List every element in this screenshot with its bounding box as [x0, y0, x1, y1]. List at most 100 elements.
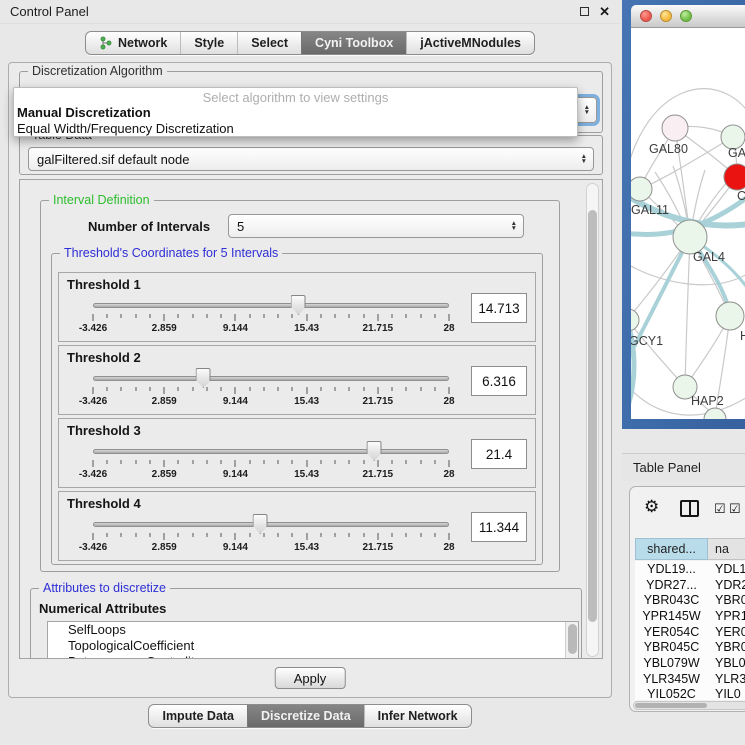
- tick-mark: [221, 314, 222, 318]
- network-node[interactable]: [631, 309, 639, 331]
- table-row[interactable]: YPR145WYPR1: [635, 608, 745, 624]
- slider-track[interactable]: [93, 449, 449, 454]
- numerical-attributes-label: Numerical Attributes: [39, 601, 166, 616]
- threshold-slider[interactable]: -3.4262.8599.14415.4321.71528: [93, 273, 449, 343]
- tick-mark: [320, 314, 321, 318]
- gear-icon[interactable]: ⚙: [644, 497, 659, 517]
- tab-cyni-toolbox[interactable]: Cyni Toolbox: [301, 32, 406, 54]
- slider-thumb[interactable]: [291, 295, 306, 315]
- network-canvas[interactable]: GAL80GACGAL11GAL4GCY1HHAP2: [631, 28, 745, 419]
- checkbox-icon[interactable]: ☑: [714, 501, 726, 517]
- attribute-item[interactable]: TopologicalCoefficient: [48, 638, 578, 654]
- zoom-window-icon[interactable]: [680, 10, 692, 22]
- table-data-value: galFiltered.sif default node: [37, 152, 189, 167]
- slider-track[interactable]: [93, 522, 449, 527]
- tick-mark: [420, 387, 421, 391]
- tick-mark: [263, 460, 264, 464]
- attribute-item[interactable]: BetweennessCentrality: [48, 654, 578, 659]
- node-label: H: [740, 329, 745, 343]
- tab-style[interactable]: Style: [180, 32, 237, 54]
- network-node[interactable]: [662, 115, 688, 141]
- network-edge[interactable]: [685, 237, 690, 387]
- tick-mark: [149, 533, 150, 537]
- tick-mark: [292, 387, 293, 391]
- table-cell: YPR145W: [635, 609, 708, 623]
- close-panel-icon[interactable]: ✕: [599, 7, 610, 17]
- tab-jactivemnodules[interactable]: jActiveMNodules: [406, 32, 534, 54]
- threshold-slider[interactable]: -3.4262.8599.14415.4321.71528: [93, 492, 449, 562]
- tick-mark: [121, 533, 122, 537]
- table-row[interactable]: YLR345WYLR3: [635, 671, 745, 687]
- float-window-icon[interactable]: [580, 7, 589, 16]
- network-node[interactable]: [716, 302, 744, 330]
- threshold-panel: Threshold 1-3.4262.8599.14415.4321.71528…: [58, 272, 536, 342]
- attributes-scrollbar-thumb[interactable]: [568, 624, 577, 654]
- table-row[interactable]: YDL19...YDL1: [635, 561, 745, 577]
- attribute-item[interactable]: SelfLoops: [48, 622, 578, 638]
- threshold-value-field[interactable]: 21.4: [471, 439, 527, 469]
- table-horizontal-scrollbar[interactable]: [633, 701, 745, 710]
- table-row[interactable]: YBR045CYBR0: [635, 639, 745, 655]
- slider-track[interactable]: [93, 303, 449, 308]
- network-window-titlebar[interactable]: [631, 5, 745, 28]
- tab-discretize-data[interactable]: Discretize Data: [247, 705, 364, 727]
- column-header[interactable]: shared...: [635, 538, 708, 560]
- tab-network[interactable]: Network: [86, 32, 180, 54]
- slider-thumb[interactable]: [196, 368, 211, 388]
- table-row[interactable]: YER054CYER0: [635, 624, 745, 640]
- settings-scrollbar[interactable]: [586, 183, 599, 657]
- network-graph[interactable]: GAL80GACGAL11GAL4GCY1HHAP2: [631, 28, 745, 419]
- tick-label: 9.144: [223, 323, 248, 334]
- network-node[interactable]: [724, 164, 745, 190]
- table-row[interactable]: YBL079WYBL0: [635, 655, 745, 671]
- tick-mark: [335, 533, 336, 537]
- tab-impute-data[interactable]: Impute Data: [149, 705, 247, 727]
- network-edge[interactable]: [631, 320, 685, 387]
- table-row[interactable]: YDR27...YDR2: [635, 577, 745, 593]
- control-panel-titlebar: Control Panel ✕: [0, 0, 620, 24]
- table-cell: YBR0: [708, 640, 745, 654]
- attributes-list-scrollbar[interactable]: [565, 622, 578, 659]
- column-header[interactable]: na: [708, 538, 745, 560]
- node-label: GAL4: [693, 250, 725, 264]
- tick-label: 2.859: [152, 469, 177, 480]
- network-node[interactable]: [631, 177, 652, 201]
- table-cell: YDL19...: [635, 562, 708, 576]
- table-scrollbar-thumb[interactable]: [635, 703, 707, 708]
- tab-infer-network[interactable]: Infer Network: [364, 705, 471, 727]
- tick-label: -3.426: [79, 469, 107, 480]
- minimize-window-icon[interactable]: [660, 10, 672, 22]
- threshold-slider[interactable]: -3.4262.8599.14415.4321.71528: [93, 419, 449, 489]
- tick-mark: [377, 533, 378, 540]
- split-view-icon[interactable]: [680, 500, 699, 517]
- tick-mark: [178, 387, 179, 391]
- threshold-slider[interactable]: -3.4262.8599.14415.4321.71528: [93, 346, 449, 416]
- tick-mark: [263, 314, 264, 318]
- slider-thumb[interactable]: [253, 514, 268, 534]
- table-row[interactable]: YIL052CYIL0: [635, 687, 745, 701]
- tab-select[interactable]: Select: [237, 32, 301, 54]
- table-row[interactable]: YBR043CYBR0: [635, 592, 745, 608]
- network-node[interactable]: [673, 220, 707, 254]
- tick-mark: [420, 314, 421, 318]
- apply-button[interactable]: Apply: [275, 667, 346, 689]
- slider-thumb[interactable]: [367, 441, 382, 461]
- table-data-combobox[interactable]: galFiltered.sif default node ▲▼: [28, 147, 594, 171]
- tick-mark: [121, 387, 122, 391]
- tick-label: 2.859: [152, 323, 177, 334]
- close-window-icon[interactable]: [640, 10, 652, 22]
- settings-scrollbar-thumb[interactable]: [588, 210, 597, 622]
- checkbox-icon[interactable]: ☑: [729, 501, 741, 517]
- numerical-attributes-list[interactable]: SelfLoopsTopologicalCoefficientBetweenne…: [47, 621, 579, 659]
- tick-mark: [135, 533, 136, 537]
- threshold-value-field[interactable]: 14.713: [471, 293, 527, 323]
- algorithm-option[interactable]: Equal Width/Frequency Discretization: [14, 121, 577, 137]
- number-of-intervals-combobox[interactable]: 5 ▲▼: [228, 214, 524, 238]
- threshold-value-field[interactable]: 11.344: [471, 512, 527, 542]
- algorithm-option[interactable]: Manual Discretization: [14, 105, 577, 121]
- slider-track[interactable]: [93, 376, 449, 381]
- tick-mark: [434, 314, 435, 318]
- threshold-value-field[interactable]: 6.316: [471, 366, 527, 396]
- table-cell: YLR3: [708, 672, 745, 686]
- combo-arrows-icon: ▲▼: [581, 154, 587, 164]
